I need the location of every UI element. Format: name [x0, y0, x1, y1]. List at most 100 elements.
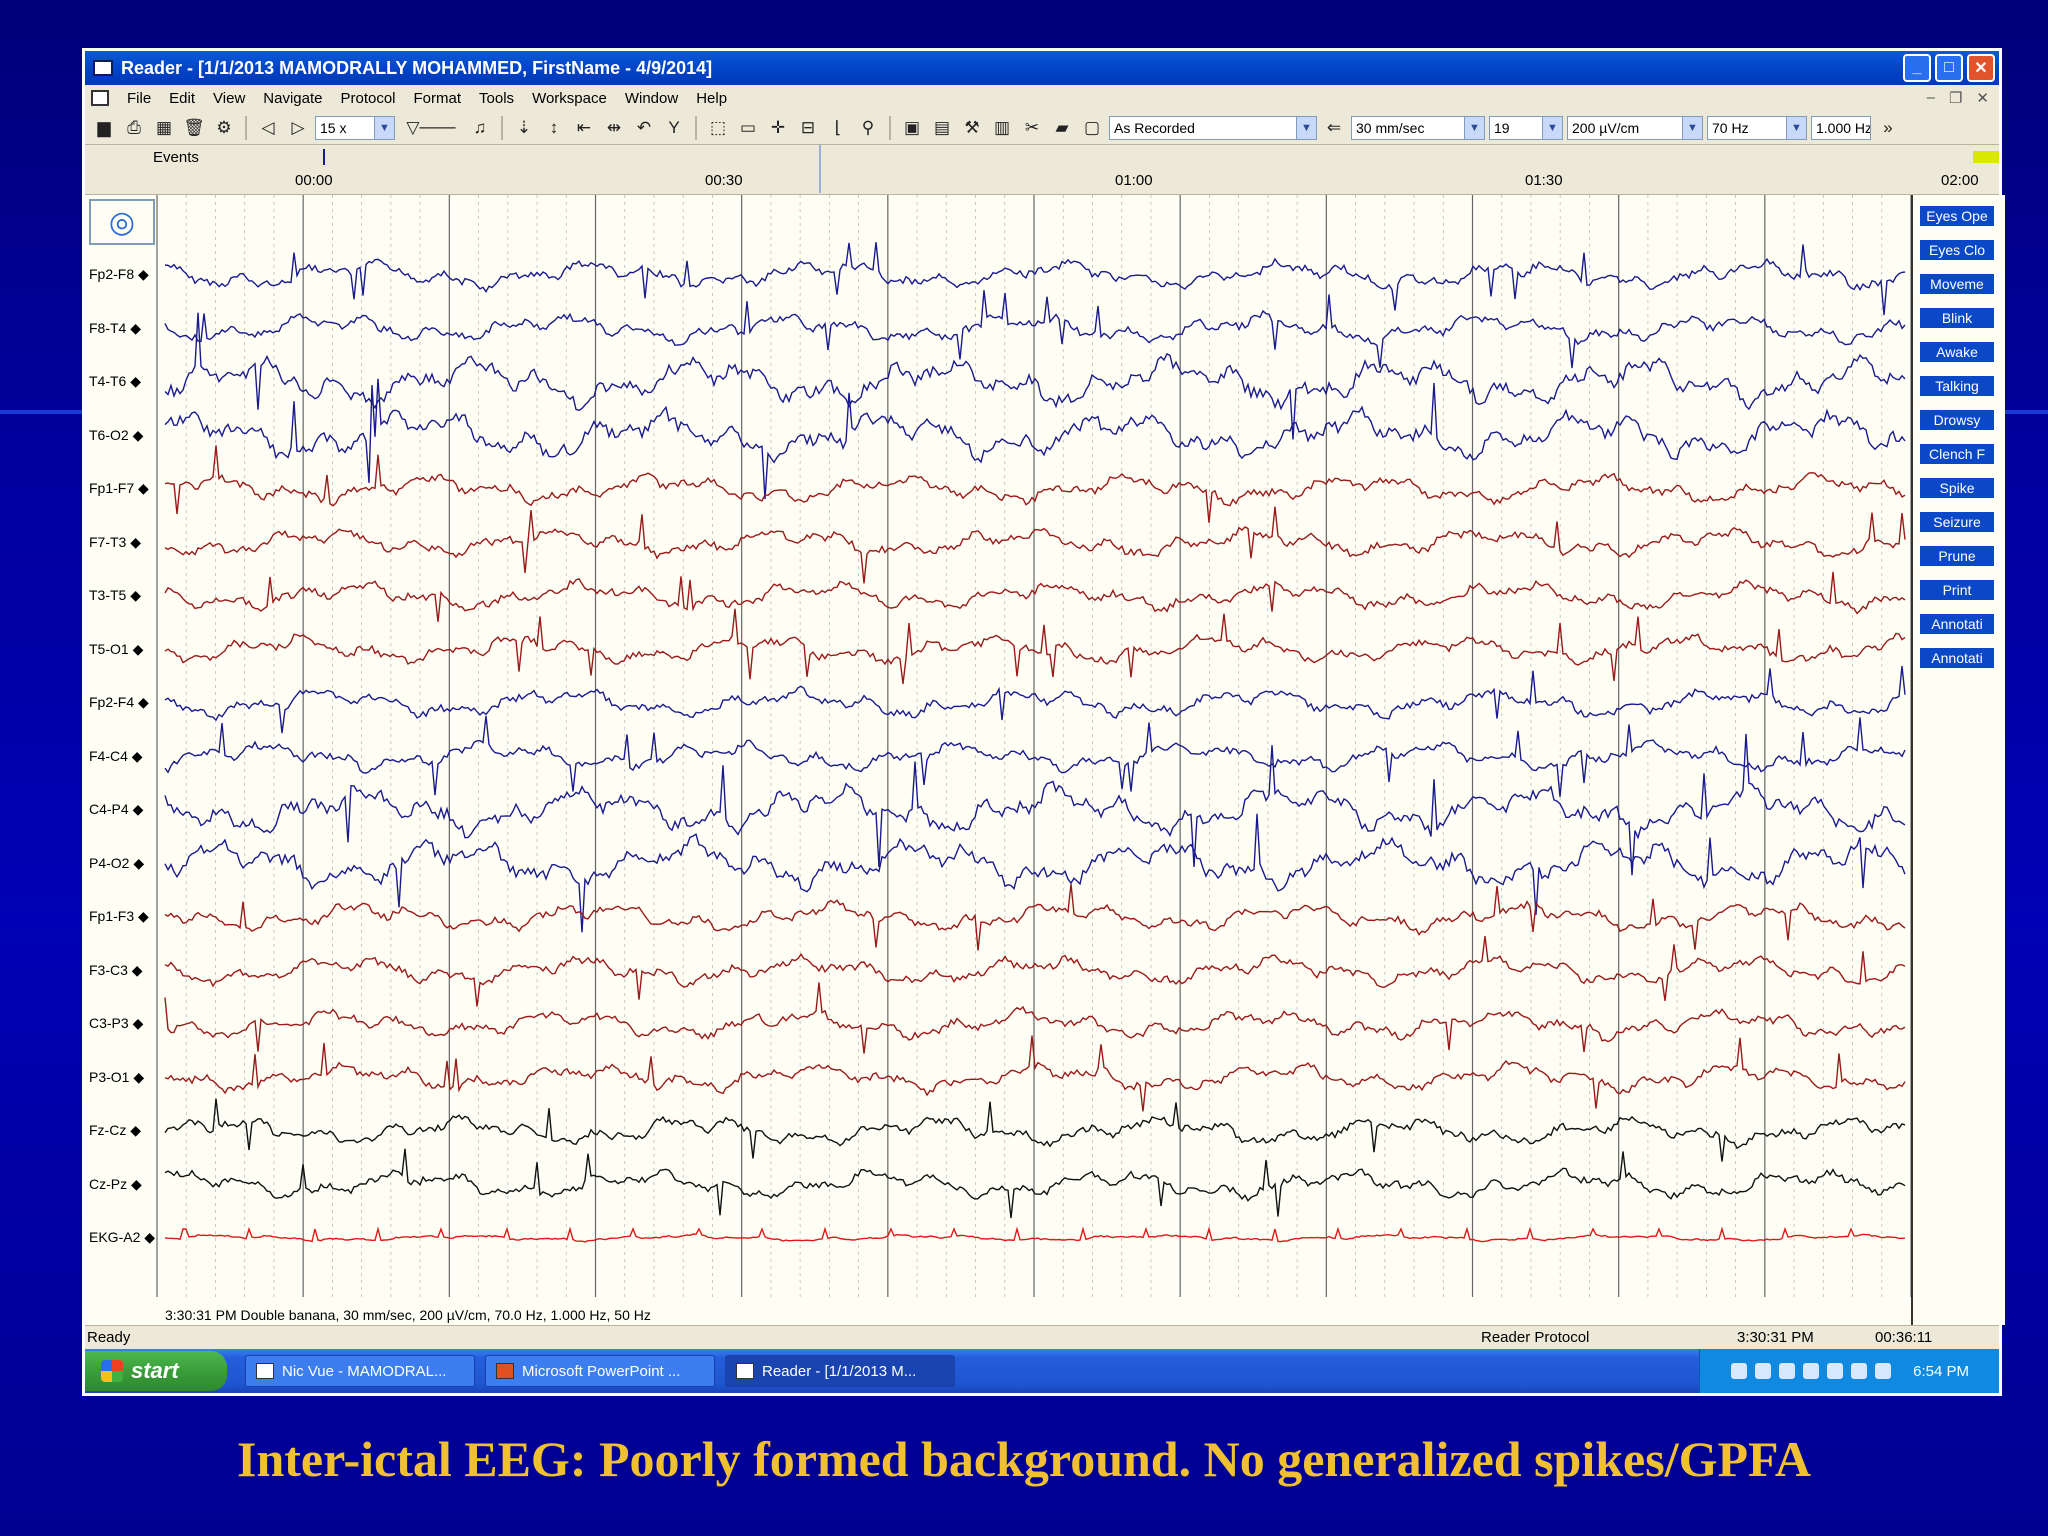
menu-edit[interactable]: Edit: [169, 90, 195, 107]
event-button[interactable]: Moveme: [1919, 273, 1995, 295]
menu-navigate[interactable]: Navigate: [263, 90, 322, 107]
task-reader[interactable]: Reader - [1/1/2013 M...: [725, 1355, 955, 1387]
horizontal-compress-icon[interactable]: ⇤: [571, 115, 597, 141]
security-tray-icon[interactable]: [1779, 1363, 1796, 1379]
tools-icon[interactable]: ⚒: [959, 115, 985, 141]
delete-icon[interactable]: 🗑: [181, 115, 207, 141]
menu-file[interactable]: File: [127, 90, 151, 107]
close-button[interactable]: ✕: [1967, 54, 1995, 82]
event-button[interactable]: Blink: [1919, 307, 1995, 329]
channel-label[interactable]: F8-T4 ◆: [89, 320, 141, 337]
minimize-button[interactable]: _: [1903, 54, 1931, 82]
channel-label[interactable]: C4-P4 ◆: [89, 801, 143, 818]
channel-label[interactable]: EKG-A2 ◆: [89, 1229, 155, 1246]
window-icon[interactable]: ▢: [1079, 115, 1105, 141]
channel-label[interactable]: T6-O2 ◆: [89, 427, 143, 444]
speed-select[interactable]: 30 mm/sec ▼: [1351, 115, 1485, 140]
filter-icon[interactable]: Y: [661, 115, 687, 141]
clapper-icon[interactable]: ▰: [1049, 115, 1075, 141]
toolbar-overflow-icon[interactable]: »: [1875, 115, 1901, 141]
low-filter-select[interactable]: 1.000 Hz: [1811, 115, 1871, 140]
event-button[interactable]: Clench F: [1919, 443, 1995, 465]
event-button[interactable]: Awake: [1919, 341, 1995, 363]
select-region-icon[interactable]: ⬚: [705, 115, 731, 141]
protocol-select[interactable]: As Recorded ▼: [1109, 115, 1317, 140]
event-button[interactable]: Eyes Clo: [1919, 239, 1995, 261]
save-icon[interactable]: ▆: [91, 115, 117, 141]
start-button[interactable]: start: [85, 1351, 227, 1391]
magnifier-icon[interactable]: ⚲: [855, 115, 881, 141]
next-page-icon[interactable]: ▷: [285, 115, 311, 141]
network-tray-icon[interactable]: [1755, 1363, 1772, 1379]
channel-label[interactable]: Fz-Cz ◆: [89, 1122, 141, 1139]
display-tray-icon[interactable]: [1875, 1363, 1892, 1379]
channel-label[interactable]: P3-O1 ◆: [89, 1069, 144, 1086]
volume-tray-icon[interactable]: [1803, 1363, 1820, 1379]
menu-format[interactable]: Format: [414, 90, 462, 107]
vertical-compress-icon[interactable]: ⇣: [511, 115, 537, 141]
maximize-button[interactable]: □: [1935, 54, 1963, 82]
document-icon[interactable]: [91, 90, 109, 106]
zoom-select[interactable]: 15 x ▼: [315, 115, 395, 140]
vertical-expand-icon[interactable]: ↕: [541, 115, 567, 141]
undo-icon[interactable]: ↶: [631, 115, 657, 141]
menu-workspace[interactable]: Workspace: [532, 90, 607, 107]
channel-label[interactable]: Fp2-F8 ◆: [89, 266, 149, 283]
baseline-icon[interactable]: ⌊: [825, 115, 851, 141]
event-button[interactable]: Prune: [1919, 545, 1995, 567]
event-button[interactable]: Annotati: [1919, 647, 1995, 669]
channel-label[interactable]: F3-C3 ◆: [89, 962, 143, 979]
settings-icon[interactable]: ⚙: [211, 115, 237, 141]
channel-label[interactable]: T3-T5 ◆: [89, 587, 141, 604]
report-icon[interactable]: ▥: [989, 115, 1015, 141]
menu-window[interactable]: Window: [625, 90, 678, 107]
eye-tray-icon[interactable]: [1851, 1363, 1868, 1379]
channel-label[interactable]: F7-T3 ◆: [89, 534, 141, 551]
channel-label[interactable]: Fp2-F4 ◆: [89, 694, 149, 711]
high-filter-select[interactable]: 70 Hz ▼: [1707, 115, 1807, 140]
timeline-cursor[interactable]: [819, 145, 821, 193]
menu-help[interactable]: Help: [696, 90, 727, 107]
print-icon[interactable]: ⎙: [121, 115, 147, 141]
channel-label[interactable]: T4-T6 ◆: [89, 373, 141, 390]
timeline-bar[interactable]: Events 00:00 00:30 01:00 01:30 02:00: [85, 145, 1999, 195]
menu-view[interactable]: View: [213, 90, 245, 107]
channel-label[interactable]: C3-P3 ◆: [89, 1015, 143, 1032]
event-button[interactable]: Spike: [1919, 477, 1995, 499]
device-tray-icon[interactable]: [1827, 1363, 1844, 1379]
channel-label[interactable]: Fp1-F7 ◆: [89, 480, 149, 497]
channels-select[interactable]: 19 ▼: [1489, 115, 1563, 140]
eeg-waveform-area[interactable]: ◎ Fp2-F8 ◆ F8-T4 ◆ T4-T6 ◆ T6-O2 ◆ Fp1-F7 ◆ F…: [85, 195, 1957, 1325]
previous-page-icon[interactable]: ◁: [255, 115, 281, 141]
channel-label[interactable]: Cz-Pz ◆: [89, 1176, 142, 1193]
event-button[interactable]: Print: [1919, 579, 1995, 601]
channel-label[interactable]: P4-O2 ◆: [89, 855, 144, 872]
cut-icon[interactable]: ✂: [1019, 115, 1045, 141]
mdi-minimize-icon[interactable]: –: [1927, 89, 1935, 107]
montage-icon[interactable]: ▤: [929, 115, 955, 141]
mdi-restore-icon[interactable]: ❐: [1949, 89, 1962, 107]
slider-icon[interactable]: ▽───: [399, 115, 463, 141]
menu-protocol[interactable]: Protocol: [340, 90, 395, 107]
task-nicvue[interactable]: Nic Vue - MAMODRAL...: [245, 1355, 475, 1387]
record-icon[interactable]: ▦: [151, 115, 177, 141]
camera-icon[interactable]: ▣: [899, 115, 925, 141]
event-marker[interactable]: [323, 149, 325, 165]
measure-icon[interactable]: ⊟: [795, 115, 821, 141]
sensitivity-select[interactable]: 200 µV/cm ▼: [1567, 115, 1703, 140]
event-button[interactable]: Seizure: [1919, 511, 1995, 533]
event-button[interactable]: Annotati: [1919, 613, 1995, 635]
menu-tools[interactable]: Tools: [479, 90, 514, 107]
task-powerpoint[interactable]: Microsoft PowerPoint ...: [485, 1355, 715, 1387]
mdi-close-icon[interactable]: ✕: [1976, 89, 1989, 107]
montage-target-icon[interactable]: ◎: [89, 199, 155, 245]
rectangle-icon[interactable]: ▭: [735, 115, 761, 141]
event-button[interactable]: Talking: [1919, 375, 1995, 397]
channel-label[interactable]: Fp1-F3 ◆: [89, 908, 149, 925]
back-arrow-icon[interactable]: ⇐: [1321, 115, 1347, 141]
event-button[interactable]: Drowsy: [1919, 409, 1995, 431]
horizontal-expand-icon[interactable]: ⇹: [601, 115, 627, 141]
printer-tray-icon[interactable]: [1731, 1363, 1748, 1379]
audio-icon[interactable]: ♫: [467, 115, 493, 141]
channel-label[interactable]: T5-O1 ◆: [89, 641, 143, 658]
